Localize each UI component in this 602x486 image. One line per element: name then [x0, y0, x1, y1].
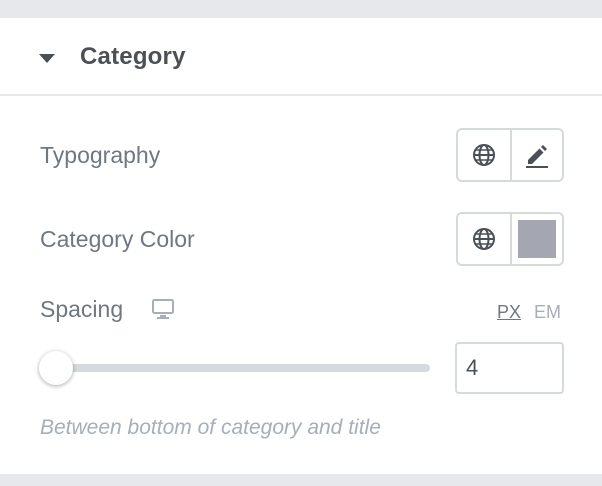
- color-swatch: [517, 220, 556, 258]
- spacing-slider-handle[interactable]: [39, 351, 73, 385]
- spacing-slider-track[interactable]: [56, 364, 430, 372]
- section-toggle-category[interactable]: Category: [0, 18, 602, 96]
- globe-icon: [472, 144, 495, 166]
- desktop-icon[interactable]: [150, 297, 176, 321]
- category-color-button-group: [456, 212, 564, 266]
- globe-icon: [472, 228, 495, 250]
- spacing-label: Spacing: [40, 296, 124, 322]
- typography-label: Typography: [40, 142, 161, 168]
- typography-edit-button[interactable]: [509, 130, 562, 180]
- unit-px-button[interactable]: PX: [497, 302, 521, 323]
- bottom-divider: [0, 474, 602, 486]
- category-color-global-button[interactable]: [458, 214, 510, 264]
- unit-em-button[interactable]: EM: [534, 302, 561, 323]
- category-color-picker-button[interactable]: [509, 214, 562, 264]
- settings-panel: Category Typography Category Color Spaci…: [0, 18, 602, 474]
- typography-global-button[interactable]: [458, 130, 510, 180]
- spacing-value-input[interactable]: [455, 342, 564, 394]
- top-divider: [0, 0, 602, 18]
- section-title: Category: [80, 43, 186, 70]
- caret-down-icon: [39, 54, 55, 63]
- typography-button-group: [456, 128, 564, 182]
- pencil-icon: [525, 145, 548, 168]
- category-color-label: Category Color: [40, 226, 195, 252]
- spacing-description: Between bottom of category and title: [40, 416, 381, 439]
